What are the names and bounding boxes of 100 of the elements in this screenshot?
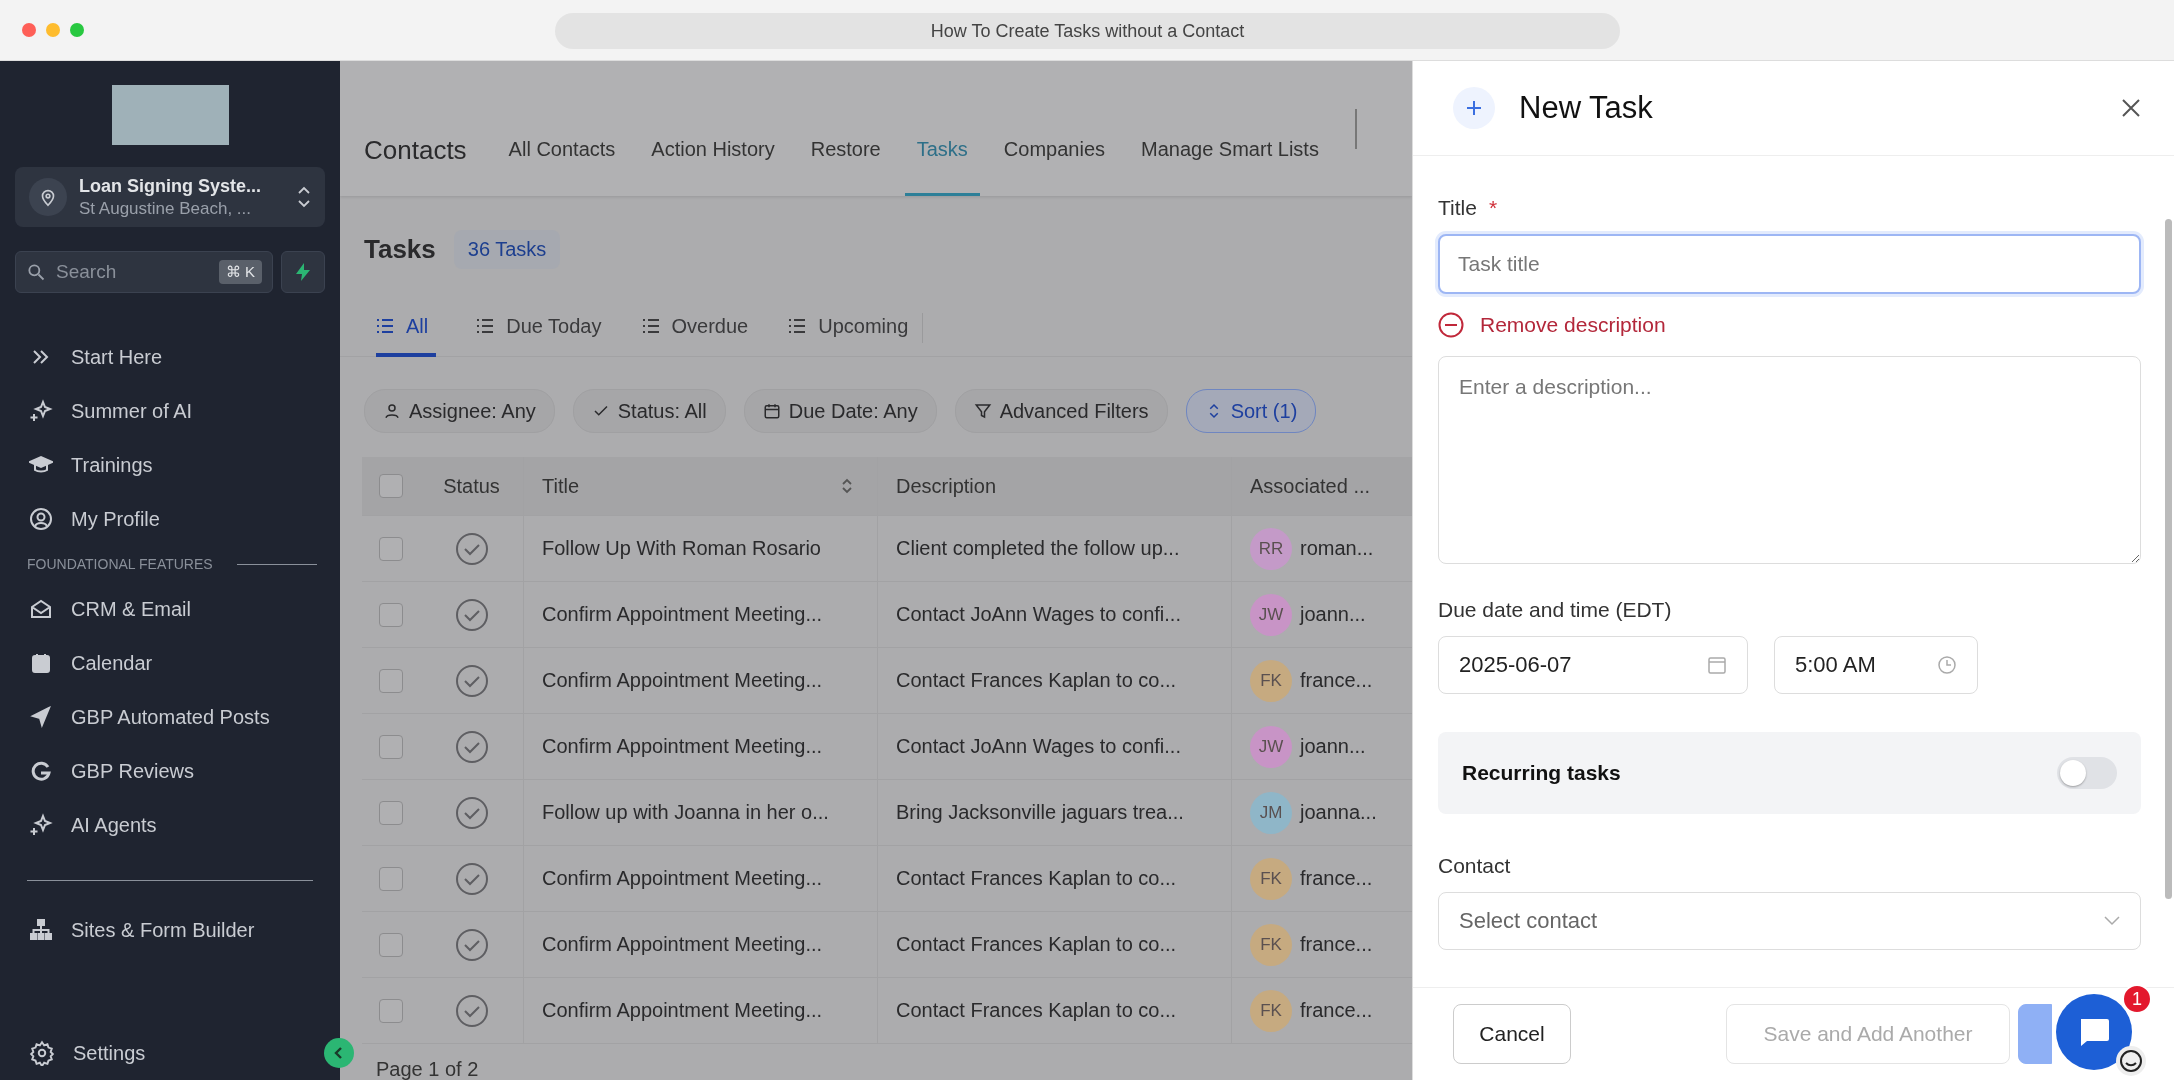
sidebar-item[interactable]: GBP Reviews bbox=[15, 744, 325, 798]
filter-chip[interactable]: Sort (1) bbox=[1185, 389, 1317, 433]
quick-action-button[interactable] bbox=[281, 251, 325, 293]
nav-tab[interactable]: Companies bbox=[991, 61, 1118, 196]
avatar: FK bbox=[1250, 923, 1292, 966]
table-cell: Contact Frances Kaplan to co... bbox=[896, 669, 1177, 692]
check-circle-icon[interactable] bbox=[454, 993, 489, 1028]
sitemap-icon bbox=[29, 918, 53, 942]
table-cell: Confirm Appointment Meeting... bbox=[542, 603, 823, 626]
avatar: FK bbox=[1250, 989, 1292, 1032]
close-icon[interactable] bbox=[2120, 97, 2142, 119]
nav-tab[interactable]: Manage Smart Lists bbox=[1129, 61, 1331, 196]
table-cell: france... bbox=[1300, 999, 1373, 1022]
search-placeholder: Search bbox=[56, 261, 118, 283]
table-cell: france... bbox=[1300, 669, 1373, 692]
calendar-icon bbox=[762, 402, 781, 420]
address-bar[interactable]: How To Create Tasks without a Contact bbox=[555, 13, 1620, 49]
sort-icon[interactable] bbox=[841, 477, 853, 495]
nav-tab[interactable]: All Contacts bbox=[496, 61, 628, 196]
search-field[interactable]: Search ⌘ K bbox=[15, 251, 273, 293]
list-icon bbox=[641, 318, 660, 334]
collapse-sidebar-button[interactable] bbox=[324, 1038, 354, 1068]
close-window-button[interactable] bbox=[22, 23, 36, 37]
check-circle-icon[interactable] bbox=[454, 861, 489, 896]
filter-tab[interactable]: All bbox=[376, 299, 437, 357]
table-cell: Contact Frances Kaplan to co... bbox=[896, 933, 1177, 956]
sidebar-item[interactable]: Start Here bbox=[15, 330, 325, 384]
description-input[interactable]: Enter a description... bbox=[1438, 356, 2141, 564]
filter-tab[interactable]: Upcoming bbox=[788, 299, 909, 357]
table-cell: Confirm Appointment Meeting... bbox=[542, 999, 823, 1022]
sidebar-item[interactable]: Calendar bbox=[15, 636, 325, 690]
sidebar-item[interactable]: Summer of AI bbox=[15, 384, 325, 438]
filter-chip[interactable]: Due Date: Any bbox=[743, 389, 937, 433]
g-icon bbox=[29, 759, 53, 783]
section-title: Tasks bbox=[364, 234, 436, 265]
nav-tab[interactable]: Restore bbox=[798, 61, 893, 196]
sidebar-item[interactable]: Trainings bbox=[15, 438, 325, 492]
time-field[interactable]: 5:00 AM bbox=[1774, 636, 1978, 694]
calendar-icon bbox=[1707, 655, 1727, 675]
avatar: JM bbox=[1250, 791, 1292, 834]
filter-chip[interactable]: Advanced Filters bbox=[954, 389, 1168, 433]
account-location: St Augustine Beach, ... bbox=[79, 198, 252, 219]
clock-icon bbox=[1937, 655, 1957, 675]
filter-chip[interactable]: Status: All bbox=[572, 389, 726, 433]
check-circle-icon[interactable] bbox=[454, 729, 489, 764]
minimize-window-button[interactable] bbox=[46, 23, 60, 37]
settings-item[interactable]: Settings bbox=[15, 1026, 325, 1080]
filter-tab[interactable]: Due Today bbox=[476, 299, 602, 357]
sidebar-item[interactable]: My Profile bbox=[15, 492, 325, 546]
title-input[interactable]: Task title bbox=[1438, 234, 2141, 294]
mail-icon bbox=[29, 597, 53, 621]
recurring-toggle[interactable] bbox=[2057, 757, 2117, 789]
contact-select[interactable]: Select contact bbox=[1438, 892, 2141, 950]
filter-chip[interactable]: Assignee: Any bbox=[364, 389, 555, 433]
maximize-window-button[interactable] bbox=[70, 23, 84, 37]
row-checkbox[interactable] bbox=[379, 536, 403, 561]
chevron-left-icon bbox=[333, 1046, 345, 1060]
date-field[interactable]: 2025-06-07 bbox=[1438, 636, 1748, 694]
sparkle-icon bbox=[29, 813, 53, 837]
avatar: FK bbox=[1250, 659, 1292, 702]
check-circle-icon[interactable] bbox=[454, 927, 489, 962]
account-switcher[interactable]: Loan Signing Syste... St Augustine Beach, ... bbox=[15, 167, 325, 227]
sidebar-item[interactable]: AI Agents bbox=[15, 798, 325, 852]
panel-title: New Task bbox=[1519, 90, 1654, 126]
account-name: Loan Signing Syste... bbox=[79, 175, 263, 197]
sidebar-item[interactable]: Sites & Form Builder bbox=[15, 903, 325, 957]
minus-circle-icon bbox=[1438, 312, 1464, 338]
notification-badge: 1 bbox=[2122, 984, 2152, 1014]
cancel-button[interactable]: Cancel bbox=[1453, 1004, 1571, 1064]
table-cell: france... bbox=[1300, 867, 1373, 890]
row-checkbox[interactable] bbox=[379, 734, 403, 759]
filter-tab[interactable]: Overdue bbox=[641, 299, 749, 357]
row-checkbox[interactable] bbox=[379, 998, 403, 1023]
nav-tab[interactable]: Action History bbox=[639, 61, 787, 196]
page-title: Contacts bbox=[364, 134, 467, 166]
select-all-checkbox[interactable] bbox=[379, 474, 403, 498]
location-pin-icon bbox=[29, 178, 67, 216]
list-icon bbox=[788, 318, 807, 334]
sidebar-item[interactable]: CRM & Email bbox=[15, 582, 325, 636]
table-cell: Follow up with Joanna in her o... bbox=[542, 801, 829, 824]
field-label: Contact bbox=[1438, 854, 1511, 878]
check-circle-icon[interactable] bbox=[454, 795, 489, 830]
column-header: Associated ... bbox=[1250, 474, 1371, 498]
avatar: FK bbox=[1250, 857, 1292, 900]
plus-icon bbox=[1453, 87, 1495, 129]
row-checkbox[interactable] bbox=[379, 866, 403, 891]
sidebar-item[interactable]: GBP Automated Posts bbox=[15, 690, 325, 744]
row-checkbox[interactable] bbox=[379, 602, 403, 627]
check-circle-icon[interactable] bbox=[454, 597, 489, 632]
check-circle-icon[interactable] bbox=[454, 663, 489, 698]
chat-widget-button[interactable] bbox=[2056, 994, 2132, 1070]
row-checkbox[interactable] bbox=[379, 800, 403, 825]
scrollbar[interactable] bbox=[2165, 219, 2172, 899]
settings-icon bbox=[29, 1040, 55, 1066]
check-circle-icon[interactable] bbox=[454, 531, 489, 566]
remove-description-link[interactable]: Remove description bbox=[1438, 312, 1666, 338]
row-checkbox[interactable] bbox=[379, 668, 403, 693]
search-icon bbox=[26, 262, 46, 282]
row-checkbox[interactable] bbox=[379, 932, 403, 957]
column-header: Description bbox=[896, 474, 997, 498]
